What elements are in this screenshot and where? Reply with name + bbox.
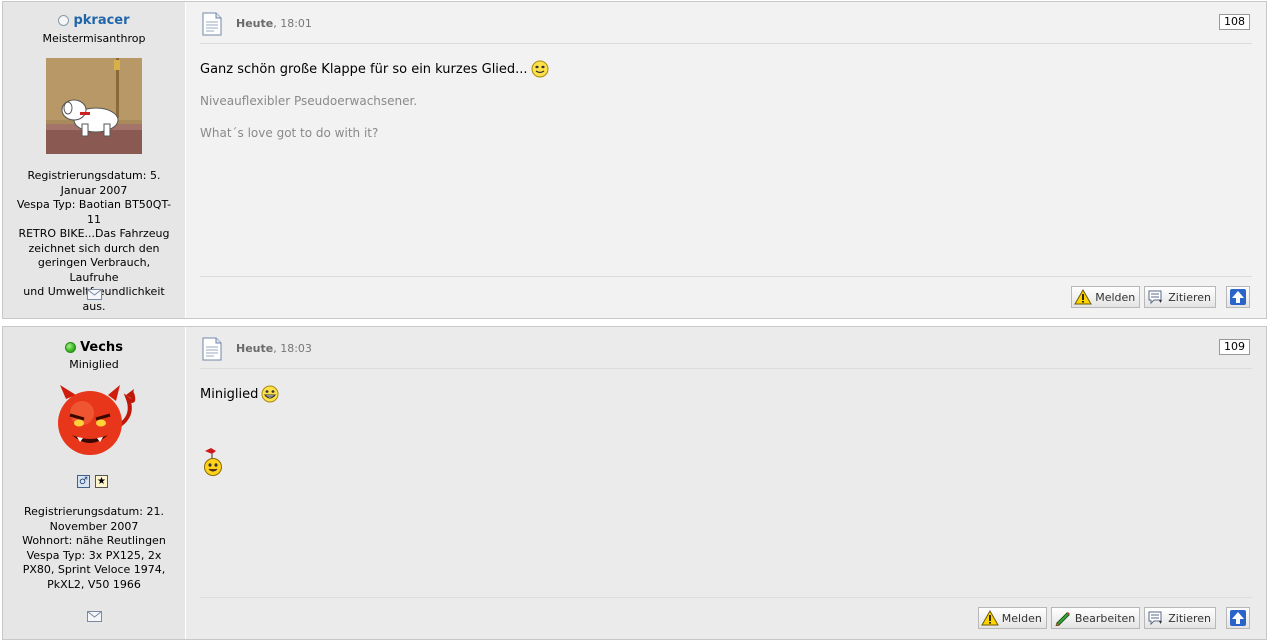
username-link[interactable]: Vechs bbox=[80, 340, 123, 355]
pencil-icon bbox=[1055, 612, 1070, 626]
user-title: Miniglied bbox=[69, 358, 119, 371]
quote-label: Zitieren bbox=[1168, 290, 1211, 304]
message-text: Ganz schön große Klappe für so ein kurze… bbox=[200, 61, 528, 77]
message-text: Miniglied bbox=[200, 386, 259, 402]
post-date: Heute, 18:01 bbox=[236, 17, 312, 30]
quote-button[interactable]: Zitieren bbox=[1144, 607, 1216, 629]
quote-button[interactable]: Zitieren bbox=[1144, 286, 1216, 308]
post-date-time: , 18:03 bbox=[273, 342, 312, 355]
info-line: zeichnet sich durch den bbox=[28, 241, 160, 255]
username-row: pkracer bbox=[3, 13, 185, 28]
user-badges: ♂ ★ bbox=[77, 475, 108, 488]
post-footer-divider bbox=[200, 597, 1252, 598]
grin-icon bbox=[261, 385, 279, 403]
post-number-link[interactable]: 108 bbox=[1219, 14, 1250, 30]
user-details: Registrierungsdatum: 21. November 2007 W… bbox=[13, 505, 175, 592]
info-line: geringen Verbrauch, Laufruhe bbox=[37, 256, 151, 284]
offline-status-icon bbox=[58, 15, 70, 26]
animated-smiley-icon bbox=[204, 448, 222, 476]
info-line: Registrierungsdatum: 21. bbox=[24, 505, 164, 518]
arrow-up-icon bbox=[1230, 610, 1246, 626]
post-108: pkracer Meistermisanthrop Registrierungs… bbox=[2, 1, 1267, 319]
post-header: Heute, 18:03 109 bbox=[200, 336, 1252, 369]
post-number-link[interactable]: 109 bbox=[1219, 339, 1250, 355]
quote-icon bbox=[1148, 611, 1163, 626]
user-avatar[interactable] bbox=[46, 58, 142, 154]
username-link[interactable]: pkracer bbox=[73, 13, 129, 28]
arrow-up-icon bbox=[1230, 289, 1246, 305]
report-label: Melden bbox=[1001, 611, 1042, 625]
post-message: Miniglied bbox=[200, 385, 279, 403]
post-content: Heute, 18:01 108 Ganz schön große Klappe… bbox=[186, 2, 1266, 318]
info-line: Januar 2007 bbox=[60, 183, 128, 197]
user-info-panel: Vechs Miniglied ♂ ★ Registrierungsdatum:… bbox=[3, 327, 186, 639]
scroll-top-button[interactable] bbox=[1226, 286, 1250, 308]
edit-button[interactable]: Bearbeiten bbox=[1050, 607, 1141, 629]
document-icon bbox=[202, 337, 222, 361]
signature-line: Niveauflexibler Pseudoerwachsener. bbox=[200, 94, 418, 108]
report-label: Melden bbox=[1095, 290, 1136, 304]
post-content: Heute, 18:03 109 Miniglied Melden Bearbe… bbox=[186, 327, 1266, 639]
report-button[interactable]: Melden bbox=[1071, 286, 1141, 308]
post-date: Heute, 18:03 bbox=[236, 342, 312, 355]
post-footer-divider bbox=[200, 276, 1252, 277]
quote-label: Zitieren bbox=[1168, 611, 1211, 625]
envelope-icon[interactable] bbox=[87, 611, 102, 622]
signature-line: What´s love got to do with it? bbox=[200, 126, 379, 140]
post-109: Vechs Miniglied ♂ ★ Registrierungsdatum:… bbox=[2, 326, 1267, 640]
post-message: Ganz schön große Klappe für so ein kurze… bbox=[200, 60, 549, 78]
username-row: Vechs bbox=[3, 340, 185, 355]
post-controls: Melden Bearbeiten Zitieren bbox=[977, 607, 1250, 629]
info-line: RETRO BIKE...Das Fahrzeug bbox=[18, 227, 170, 240]
smiley-icon bbox=[531, 60, 549, 78]
online-status-icon bbox=[65, 342, 77, 353]
info-line: Registrierungsdatum: 5. bbox=[27, 169, 161, 182]
user-title: Meistermisanthrop bbox=[42, 32, 146, 45]
info-line: Vespa Typ: 3x PX125, 2x bbox=[26, 548, 162, 562]
envelope-icon[interactable] bbox=[87, 289, 102, 300]
star-icon: ★ bbox=[95, 475, 108, 488]
male-icon: ♂ bbox=[77, 475, 90, 488]
quote-icon bbox=[1148, 290, 1163, 305]
user-info-panel: pkracer Meistermisanthrop Registrierungs… bbox=[3, 2, 186, 318]
post-date-day: Heute bbox=[236, 342, 274, 355]
info-line: PkXL2, V50 1966 bbox=[47, 577, 141, 591]
report-button[interactable]: Melden bbox=[977, 607, 1047, 629]
post-date-day: Heute bbox=[236, 17, 274, 30]
warning-icon bbox=[980, 610, 999, 626]
info-line: Wohnort: nähe Reutlingen bbox=[22, 534, 166, 547]
info-line: November 2007 bbox=[49, 519, 139, 533]
info-line: Vespa Typ: Baotian BT50QT-11 bbox=[16, 198, 172, 226]
document-icon bbox=[202, 12, 222, 36]
post-date-time: , 18:01 bbox=[273, 17, 312, 30]
post-header: Heute, 18:01 108 bbox=[200, 11, 1252, 44]
user-avatar[interactable] bbox=[50, 385, 136, 459]
post-controls: Melden Zitieren bbox=[1071, 286, 1250, 308]
scroll-top-button[interactable] bbox=[1226, 607, 1250, 629]
warning-icon bbox=[1074, 289, 1093, 305]
edit-label: Bearbeiten bbox=[1074, 611, 1136, 625]
info-line: PX80, Sprint Veloce 1974, bbox=[22, 563, 166, 576]
